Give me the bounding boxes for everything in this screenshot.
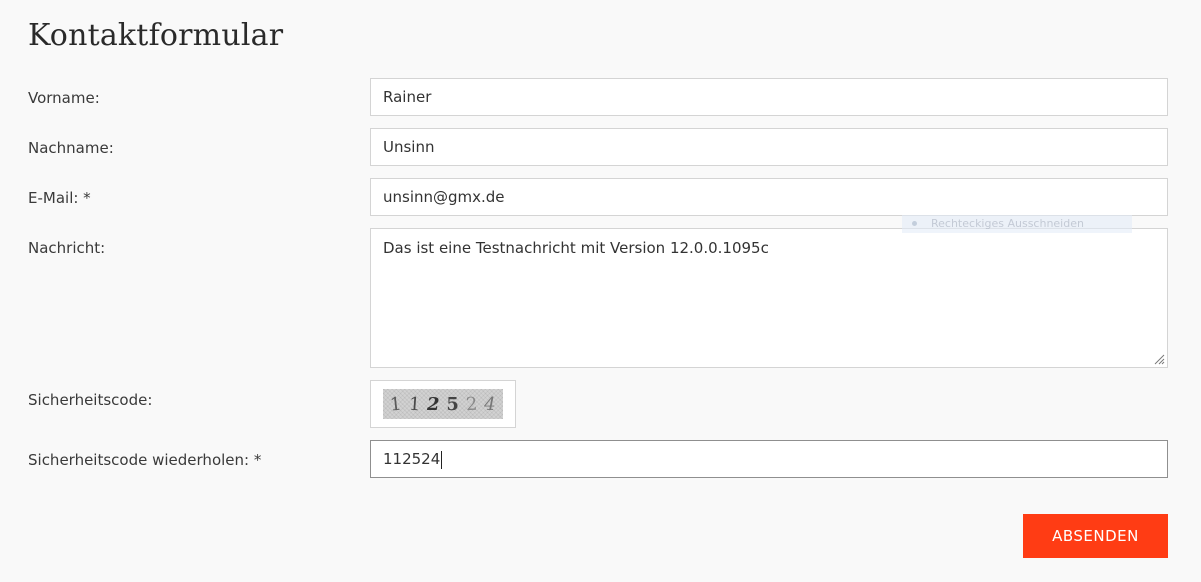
- captcha-container: 1 1 2 5 2 4: [370, 380, 516, 428]
- sicherheitscode-wiederholen-value: 112524: [383, 450, 441, 468]
- nachname-label: Nachname:: [28, 139, 114, 157]
- sicherheitscode-label: Sicherheitscode:: [28, 391, 153, 409]
- nachricht-textarea[interactable]: Das ist eine Testnachricht mit Version 1…: [370, 228, 1168, 368]
- captcha-char: 2: [427, 393, 440, 415]
- email-label: E-Mail: *: [28, 189, 91, 207]
- nachricht-label: Nachricht:: [28, 239, 106, 257]
- captcha-image: 1 1 2 5 2 4: [383, 389, 503, 419]
- vorname-label: Vorname:: [28, 89, 100, 107]
- nachricht-text: Das ist eine Testnachricht mit Version 1…: [383, 239, 769, 257]
- page-title: Kontaktformular: [28, 18, 284, 53]
- absenden-button[interactable]: ABSENDEN: [1023, 514, 1168, 558]
- captcha-char: 1: [408, 393, 421, 415]
- sicherheitscode-wiederholen-field[interactable]: 112524: [370, 440, 1168, 478]
- resize-grip-icon[interactable]: [1153, 353, 1165, 365]
- tooltip-dot-icon: [912, 221, 917, 226]
- captcha-char: 5: [446, 393, 459, 415]
- vorname-field[interactable]: Rainer: [370, 78, 1168, 116]
- nachname-field[interactable]: Unsinn: [370, 128, 1168, 166]
- captcha-char: 1: [389, 392, 403, 416]
- captcha-char: 2: [465, 393, 478, 415]
- email-field[interactable]: unsinn@gmx.de: [370, 178, 1168, 216]
- captcha-char: 4: [484, 393, 496, 415]
- sicherheitscode-wiederholen-label: Sicherheitscode wiederholen: *: [28, 451, 262, 469]
- text-caret: [441, 450, 443, 469]
